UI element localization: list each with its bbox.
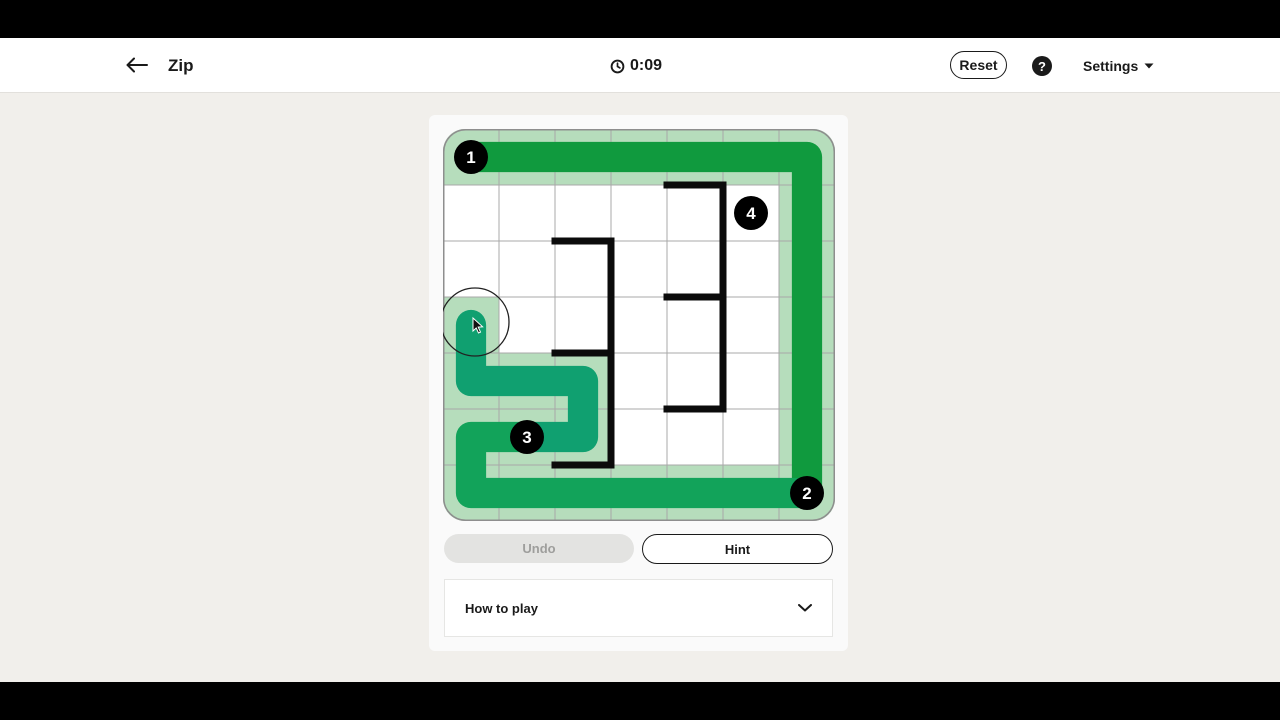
how-to-play-accordion[interactable]: How to play <box>444 579 833 637</box>
board-cell[interactable] <box>666 296 724 354</box>
back-arrow-icon <box>126 57 148 73</box>
undo-button[interactable]: Undo <box>444 534 634 563</box>
board-cell[interactable] <box>722 352 780 410</box>
board-cell[interactable] <box>610 352 668 410</box>
letterbox-bottom <box>0 682 1280 720</box>
reset-button[interactable]: Reset <box>950 51 1007 79</box>
settings-label: Settings <box>1083 58 1139 74</box>
game-viewport: Zip 0:09 Reset ? Settings 1 2 3 4 Undo Hint… <box>0 38 1280 682</box>
board-cell[interactable] <box>610 240 668 298</box>
help-icon-glyph: ? <box>1038 58 1046 74</box>
board-cell[interactable] <box>610 408 668 466</box>
board-cell[interactable] <box>610 184 668 242</box>
board-cell[interactable] <box>666 184 724 242</box>
hint-button[interactable]: Hint <box>642 534 833 564</box>
timer: 0:09 <box>610 56 662 76</box>
caret-down-icon <box>1144 63 1154 69</box>
board-grid <box>443 129 835 521</box>
board-cell[interactable] <box>722 296 780 354</box>
timer-value: 0:09 <box>630 57 663 74</box>
board-cell[interactable] <box>666 352 724 410</box>
how-to-play-label: How to play <box>465 600 538 616</box>
settings-button[interactable]: Settings <box>1083 56 1154 76</box>
number-label: 3 <box>522 428 531 447</box>
top-header: Zip 0:09 Reset ? Settings <box>0 38 1280 93</box>
number-label: 4 <box>746 204 756 223</box>
board-cell[interactable] <box>554 296 612 354</box>
number-label: 2 <box>802 484 811 503</box>
clock-icon <box>610 59 625 73</box>
board-cell[interactable] <box>443 184 500 242</box>
game-title: Zip <box>168 56 194 75</box>
board-cell[interactable] <box>498 184 556 242</box>
chevron-down-icon <box>798 604 812 612</box>
board-cell[interactable] <box>498 240 556 298</box>
board-cell[interactable] <box>666 408 724 466</box>
puzzle-board[interactable]: 1 2 3 4 <box>443 129 835 521</box>
game-card: 1 2 3 4 Undo Hint How to play <box>429 115 848 651</box>
board-cell[interactable] <box>722 240 780 298</box>
board-cell[interactable] <box>498 296 556 354</box>
letterbox-top <box>0 0 1280 38</box>
help-icon[interactable]: ? <box>1032 56 1052 76</box>
board-cell[interactable] <box>554 240 612 298</box>
number-label: 1 <box>466 148 475 167</box>
back-arrow-button[interactable] <box>124 52 150 78</box>
board-cell[interactable] <box>666 240 724 298</box>
board-cell[interactable] <box>610 296 668 354</box>
board-cell[interactable] <box>722 408 780 466</box>
board-cell[interactable] <box>554 184 612 242</box>
